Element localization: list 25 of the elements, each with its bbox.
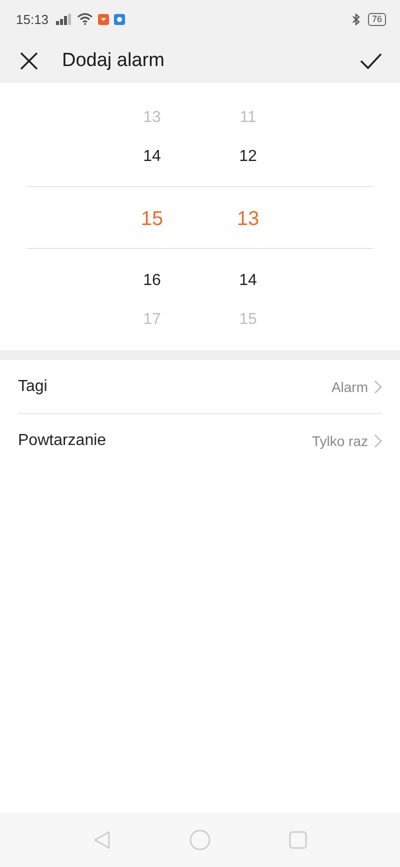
minute-option[interactable]: 12	[239, 133, 257, 181]
confirm-button[interactable]	[360, 52, 382, 68]
chevron-icon	[374, 434, 382, 448]
close-button[interactable]	[20, 52, 38, 70]
chevron-icon	[374, 380, 382, 394]
screen-title: Dodaj alarm	[62, 50, 164, 72]
settings-row[interactable]: Powtarzanie Tylko raz	[18, 414, 382, 467]
status-time: 15:13	[16, 12, 49, 26]
hour-option[interactable]: 16	[143, 257, 161, 305]
home-button[interactable]	[189, 829, 211, 851]
hour-option[interactable]: 14	[143, 133, 161, 181]
row-label: Powtarzanie	[18, 432, 106, 450]
row-value: Tylko raz	[312, 432, 368, 448]
bluetooth-icon	[352, 12, 360, 26]
app-notification-icon	[114, 14, 125, 24]
wifi-icon	[76, 13, 93, 25]
signal-icon	[56, 14, 72, 24]
recent-apps-button[interactable]	[289, 831, 307, 849]
row-value: Alarm	[331, 378, 368, 394]
battery-indicator: 76	[368, 12, 386, 26]
row-label: Tagi	[18, 378, 48, 396]
back-button[interactable]	[93, 830, 111, 850]
settings-row[interactable]: Tagi Alarm	[18, 360, 382, 414]
minute-option[interactable]: 14	[239, 257, 257, 305]
app-notification-icon	[98, 14, 109, 24]
